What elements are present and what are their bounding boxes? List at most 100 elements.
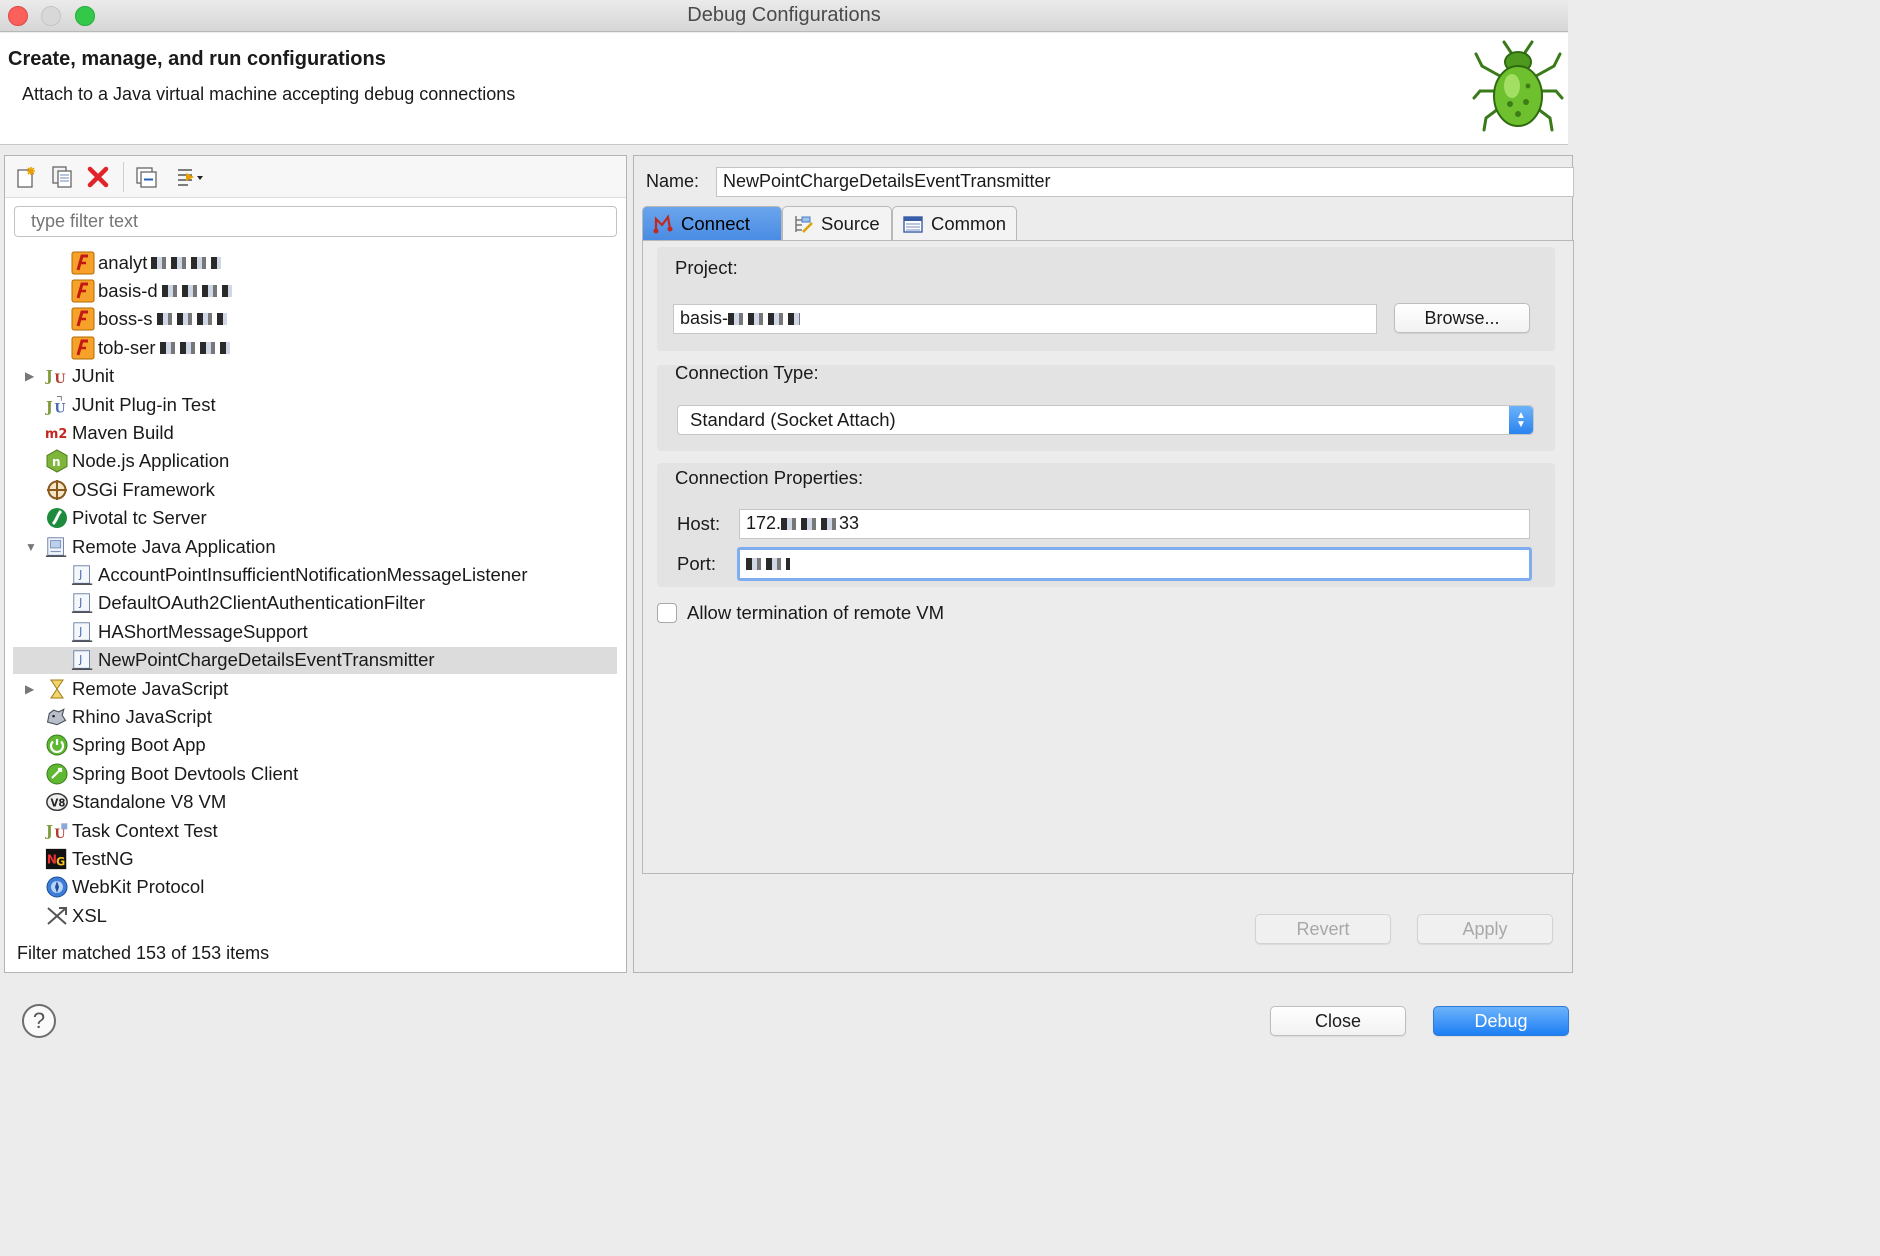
tree-item[interactable]: ▶ J U JUnit (25, 363, 114, 390)
nodejs-icon: n (45, 449, 69, 473)
tree-item[interactable]: OSGi Framework (25, 476, 215, 503)
tab-connect[interactable]: Connect (642, 206, 782, 240)
tree-item[interactable]: Spring Boot App (25, 732, 206, 759)
allow-termination-checkbox[interactable] (657, 603, 677, 623)
tree-item-label: JUnit Plug-in Test (72, 393, 216, 415)
configuration-editor-panel: Name: NewPointChargeDetailsEventTransmit… (633, 155, 1574, 973)
tab-common[interactable]: Common (892, 206, 1017, 240)
help-button[interactable]: ? (22, 1004, 56, 1038)
tree-item[interactable]: V8 Standalone V8 VM (25, 789, 226, 816)
tree-item[interactable]: boss-s (71, 306, 227, 333)
webkit-icon (45, 875, 69, 899)
tree-item-label: Spring Boot Devtools Client (72, 762, 299, 784)
collapse-all-button[interactable] (131, 162, 161, 192)
connection-properties-group: Connection Properties: Host: 172. 33 Port… (657, 463, 1555, 587)
filter-input[interactable] (14, 206, 617, 237)
svg-text:U: U (54, 372, 65, 387)
tree-item[interactable]: J U JUnit Plug-in Test (25, 391, 216, 418)
tree-item-label: Task Context Test (72, 819, 218, 841)
expand-arrow-icon[interactable]: ▶ (25, 369, 39, 383)
redacted-text (151, 256, 222, 269)
debug-button[interactable]: Debug (1433, 1006, 1569, 1036)
tree-item-label: tob-ser (98, 336, 156, 358)
svg-text:J: J (78, 598, 82, 609)
expand-arrow-icon[interactable]: ▶ (25, 682, 39, 696)
tree-item[interactable]: XSL (25, 902, 107, 929)
remote-java-config-icon: J (71, 563, 95, 587)
browse-button[interactable]: Browse... (1394, 303, 1530, 333)
tree-item[interactable]: J AccountPointInsufficientNotificationMes… (71, 561, 528, 588)
tab-source-label: Source (821, 212, 880, 234)
host-field[interactable]: 172. 33 (739, 509, 1530, 539)
close-button[interactable]: Close (1270, 1006, 1406, 1036)
tree-item[interactable]: WebKit Protocol (25, 874, 204, 901)
spring-boot-icon (45, 733, 69, 757)
tree-item-label: Pivotal tc Server (72, 507, 207, 529)
java-app-icon (71, 279, 95, 303)
collapse-all-icon (136, 167, 157, 188)
delete-configuration-button[interactable] (83, 162, 113, 192)
connection-type-select[interactable]: Standard (Socket Attach) ▲ ▼ (677, 405, 1534, 435)
apply-button[interactable]: Apply (1417, 914, 1553, 944)
tree-item-label: TestNG (72, 847, 134, 869)
port-field[interactable] (737, 547, 1532, 581)
tree-item-label: Standalone V8 VM (72, 791, 227, 813)
window-title: Debug Configurations (687, 4, 881, 26)
tree-item[interactable]: Pivotal tc Server (25, 505, 207, 532)
tree-item[interactable]: analyt (71, 249, 222, 276)
project-field[interactable]: basis- (673, 304, 1377, 334)
tree-item-label: basis-d (98, 279, 158, 301)
source-icon (791, 212, 815, 236)
name-field[interactable]: NewPointChargeDetailsEventTransmitter (716, 167, 1574, 197)
select-updown-icon: ▲ ▼ (1509, 406, 1533, 434)
svg-text:J: J (45, 368, 53, 385)
tab-common-label: Common (931, 212, 1007, 234)
tree-item-label: OSGi Framework (72, 478, 215, 500)
tree-item[interactable]: tob-ser (71, 334, 230, 361)
filter-menu-button[interactable] (167, 162, 211, 192)
tree-item[interactable]: n Node.js Application (25, 448, 229, 475)
tree-item-label: JUnit (72, 365, 115, 387)
tree-item[interactable]: N G TestNG (25, 845, 134, 872)
duplicate-configuration-button[interactable] (47, 162, 77, 192)
tree-item-label: Remote Java Application (72, 535, 276, 557)
tree-item[interactable]: m2 Maven Build (25, 419, 174, 446)
tree-item[interactable]: J NewPointChargeDetailsEventTransmitter (13, 646, 617, 674)
junit-icon: JU (45, 364, 69, 388)
title-bar: Debug Configurations (0, 0, 1568, 32)
tree-item[interactable]: Spring Boot Devtools Client (25, 760, 298, 787)
tree-item[interactable]: basis-d (71, 277, 232, 304)
tree-item[interactable]: J U Task Context Test (25, 817, 218, 844)
tree-item-label: analyt (98, 251, 148, 273)
tree-item[interactable]: Rhino JavaScript (25, 703, 212, 730)
tree-item-label: Maven Build (72, 421, 174, 443)
tree-item[interactable]: ▼ Remote Java Application (25, 533, 276, 560)
collapse-arrow-icon[interactable]: ▼ (25, 540, 39, 554)
java-app-icon (71, 251, 95, 275)
connection-type-value: Standard (Socket Attach) (690, 409, 896, 430)
svg-text:n: n (52, 455, 61, 469)
tree-item-label: AccountPointInsufficientNotificationMess… (98, 563, 528, 585)
tree-item[interactable]: ▶ Remote JavaScript (25, 675, 228, 702)
maven-icon: m2 (45, 421, 69, 445)
tab-connect-label: Connect (681, 212, 750, 234)
connection-type-group: Connection Type: Standard (Socket Attach… (657, 362, 1555, 451)
svg-text:U: U (54, 401, 65, 416)
svg-text:V8: V8 (51, 799, 66, 810)
remote-java-config-icon: J (71, 591, 95, 615)
new-configuration-button[interactable] (11, 162, 41, 192)
dialog-banner: Create, manage, and run configurations A… (0, 33, 1568, 145)
tree-item[interactable]: J HAShortMessageSupport (71, 618, 308, 645)
tab-source[interactable]: Source (782, 206, 892, 240)
project-value: basis- (680, 308, 729, 328)
svg-text:J: J (45, 398, 53, 415)
tree-item[interactable]: J DefaultOAuth2ClientAuthenticationFilter (71, 590, 425, 617)
debug-bug-icon (1472, 40, 1564, 132)
connection-properties-label: Connection Properties: (675, 467, 864, 488)
svg-text:J: J (45, 823, 53, 840)
revert-button[interactable]: Revert (1255, 914, 1391, 944)
